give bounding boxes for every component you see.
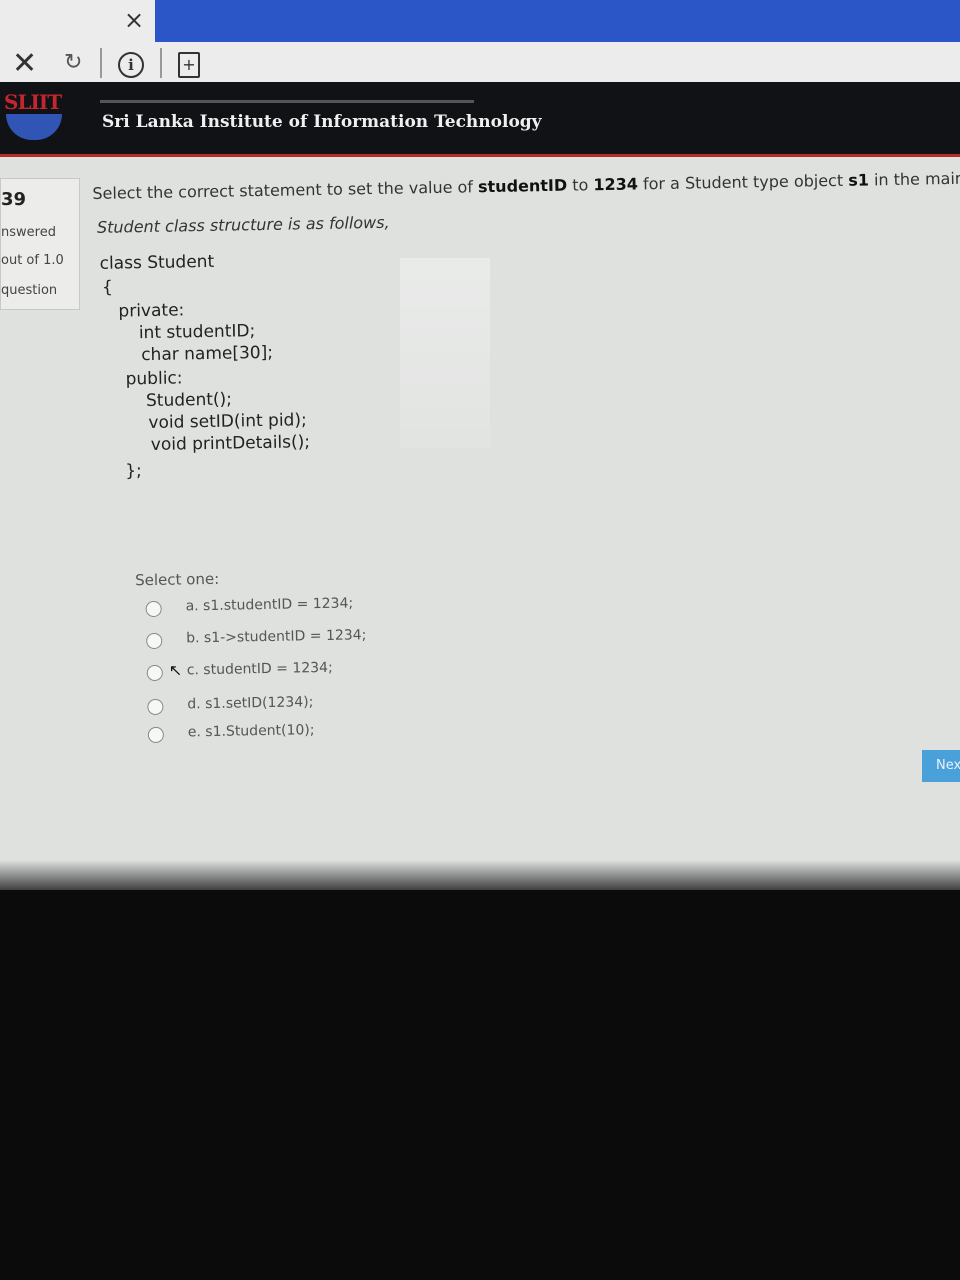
question-text: Select the correct statement to set the … [92,167,960,203]
site-info-icon[interactable]: i [118,52,144,78]
next-page-button[interactable]: Nex [922,750,960,782]
code-line: { [101,277,114,298]
question-text-bold: 1234 [593,174,639,195]
question-text-bold: s1 [848,170,870,190]
code-line: char name[30]; [141,342,274,366]
question-number: 39 [1,189,27,210]
question-text-part: to [566,175,594,195]
code-line: void setID(int pid); [148,410,307,434]
institute-title: Sri Lanka Institute of Information Techn… [102,112,542,132]
radio-button[interactable] [147,726,165,744]
flag-question-link[interactable]: question [1,283,57,298]
question-state: nswered [1,225,56,240]
code-line: void printDetails(); [150,432,311,455]
radio-button[interactable] [147,698,164,716]
toolbar-divider [160,48,162,78]
sliit-logo[interactable]: SLIIT [2,88,66,140]
question-info-panel: 39 nswered out of 1.0 question [0,178,80,310]
monitor-screen: × ✕ ↻ i + SLIIT Sri Lanka Institute of I… [0,0,960,890]
toolbar-divider [100,48,102,78]
logo-shield-icon [6,114,62,140]
question-text-part: in the main program [873,167,960,190]
save-page-icon[interactable]: + [178,52,200,78]
code-line: class Student [99,251,215,274]
code-line: }; [125,461,142,482]
logo-text: SLIIT [4,90,62,114]
question-marks: out of 1.0 [1,253,64,268]
option-label: c. studentID = 1234; [186,659,333,679]
question-text-part: for a Student type object [637,170,849,194]
question-subtitle: Student class structure is as follows, [96,212,390,237]
radio-button[interactable] [146,632,163,650]
tab-strip [155,0,960,42]
monitor-bezel [0,860,960,900]
question-content: Select the correct statement to set the … [90,155,960,760]
tab-close-icon[interactable]: × [124,6,144,34]
option-label: b. s1->studentID = 1234; [186,627,367,647]
code-line: int studentID; [138,321,256,344]
mouse-cursor-icon: ↖ [168,660,183,680]
code-line: Student(); [145,389,233,412]
radio-button[interactable] [146,664,163,682]
browser-toolbar: × ✕ ↻ i + [0,0,960,82]
code-line: private: [118,300,185,322]
option-label: d. s1.setID(1234); [187,694,314,713]
code-line: public: [125,368,183,390]
stop-loading-icon[interactable]: ✕ [12,46,37,81]
radio-button[interactable] [145,600,162,618]
question-text-part: Select the correct statement to set the … [92,177,479,203]
select-one-prompt: Select one: [135,569,220,590]
option-label: a. s1.studentID = 1234; [185,595,354,615]
option-label: e. s1.Student(10); [187,722,315,741]
header-divider [100,100,474,103]
reload-icon[interactable]: ↻ [64,50,82,75]
site-header: SLIIT Sri Lanka Institute of Information… [0,82,960,157]
question-text-bold: studentID [477,175,568,197]
